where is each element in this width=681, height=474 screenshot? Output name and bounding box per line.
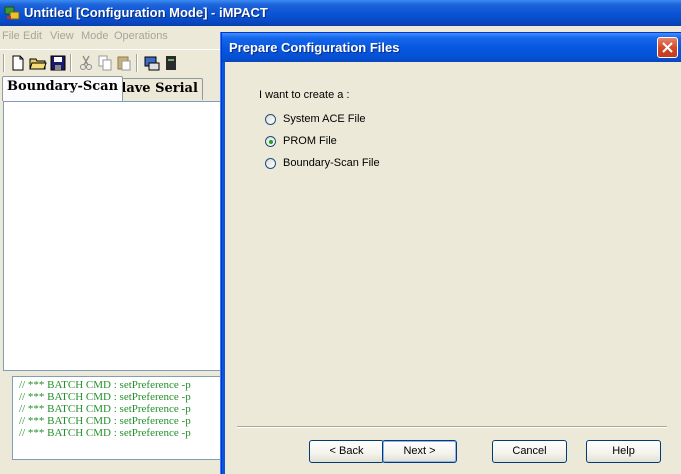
- toolbar-separator: [136, 54, 138, 72]
- create-prompt-label: I want to create a :: [259, 89, 350, 101]
- program-icon[interactable]: [163, 54, 181, 72]
- console-line: // *** BATCH CMD : setPreference -p: [19, 415, 191, 427]
- console-line: // *** BATCH CMD : setPreference -p: [19, 391, 191, 403]
- radio-button[interactable]: [265, 158, 276, 169]
- tab-boundary-scan[interactable]: Boundary-Scan: [2, 76, 124, 101]
- next-button[interactable]: Next >: [382, 440, 457, 463]
- help-button[interactable]: Help: [586, 440, 661, 463]
- menubar: File Edit View Mode Operations: [0, 27, 240, 47]
- radio-button-selected[interactable]: [265, 136, 276, 147]
- menu-file[interactable]: File: [2, 30, 20, 42]
- new-file-icon[interactable]: [9, 54, 27, 72]
- cancel-button[interactable]: Cancel: [492, 440, 567, 463]
- option-label: Boundary-Scan File: [283, 157, 380, 169]
- menu-operations[interactable]: Operations: [114, 30, 168, 42]
- save-icon[interactable]: [49, 54, 67, 72]
- console-line: // *** BATCH CMD : setPreference -p: [19, 379, 191, 391]
- console-line: // *** BATCH CMD : setPreference -p: [19, 403, 191, 415]
- close-icon: [662, 42, 673, 53]
- dialog-separator: [237, 426, 667, 428]
- cut-icon[interactable]: [77, 54, 95, 72]
- dialog-title: Prepare Configuration Files: [229, 40, 400, 55]
- console-line: // *** BATCH CMD : setPreference -p: [19, 427, 191, 439]
- toolbar: [0, 49, 240, 75]
- toolbar-separator: [70, 54, 72, 72]
- device-icon[interactable]: [143, 54, 161, 72]
- paste-icon[interactable]: [115, 54, 133, 72]
- dialog-border: [222, 62, 225, 474]
- impact-app-icon: [4, 5, 20, 21]
- copy-icon[interactable]: [96, 54, 114, 72]
- menu-view[interactable]: View: [50, 30, 74, 42]
- main-window-title: Untitled [Configuration Mode] - iMPACT: [24, 5, 268, 20]
- mode-tabs: Boundary-Scan Slave Serial: [0, 76, 240, 101]
- menu-edit[interactable]: Edit: [23, 30, 42, 42]
- main-titlebar[interactable]: Untitled [Configuration Mode] - iMPACT: [0, 0, 681, 26]
- toolbar-grip: [3, 54, 5, 72]
- open-folder-icon[interactable]: [29, 54, 47, 72]
- radio-button[interactable]: [265, 114, 276, 125]
- option-label: System ACE File: [283, 113, 366, 125]
- console-output[interactable]: // *** BATCH CMD : setPreference -p // *…: [12, 376, 240, 460]
- close-button[interactable]: [657, 37, 678, 58]
- back-button[interactable]: < Back: [309, 440, 384, 463]
- prepare-configuration-files-dialog: Prepare Configuration Files I want to cr…: [221, 32, 681, 474]
- dialog-titlebar[interactable]: Prepare Configuration Files: [222, 33, 681, 62]
- option-label: PROM File: [283, 135, 337, 147]
- boundary-scan-canvas[interactable]: [3, 101, 240, 371]
- menu-mode[interactable]: Mode: [81, 30, 109, 42]
